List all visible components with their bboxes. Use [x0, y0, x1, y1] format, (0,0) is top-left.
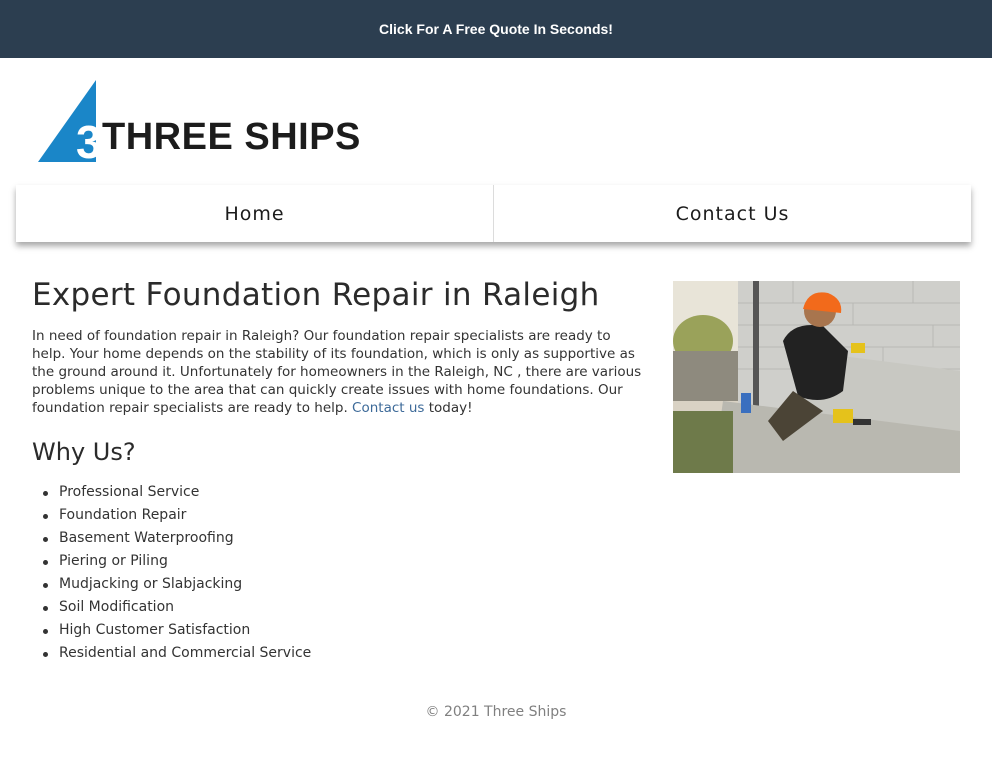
free-quote-link[interactable]: Click For A Free Quote In Seconds!: [379, 21, 613, 37]
svg-text:3: 3: [76, 116, 102, 166]
logo-wordmark: THREE SHIPS: [102, 116, 361, 158]
intro-paragraph: In need of foundation repair in Raleigh?…: [32, 327, 642, 417]
footer-copyright: © 2021 Three Ships: [425, 704, 567, 720]
list-item: Soil Modification: [43, 596, 642, 619]
list-item: Foundation Repair: [43, 504, 642, 527]
nav-item-contact-us[interactable]: Contact Us: [493, 185, 971, 242]
worker-photo: [673, 281, 960, 473]
logo[interactable]: 3 THREE SHIPS: [36, 78, 386, 166]
list-item: Basement Waterproofing: [43, 527, 642, 550]
list-item: Piering or Piling: [43, 550, 642, 573]
contact-us-link[interactable]: Contact us: [352, 400, 424, 416]
ship-sail-icon: 3: [38, 80, 102, 166]
main-nav: Home Contact Us: [16, 185, 971, 242]
list-item: Professional Service: [43, 481, 642, 504]
main-content: Expert Foundation Repair in Raleigh In n…: [32, 276, 642, 665]
intro-suffix: today!: [424, 400, 473, 416]
list-item: Residential and Commercial Service: [43, 642, 642, 665]
list-item: Mudjacking or Slabjacking: [43, 573, 642, 596]
top-banner: Click For A Free Quote In Seconds!: [0, 0, 992, 58]
intro-text: In need of foundation repair in Raleigh?…: [32, 328, 642, 416]
list-item: High Customer Satisfaction: [43, 619, 642, 642]
why-us-heading: Why Us?: [32, 438, 136, 466]
page-title: Expert Foundation Repair in Raleigh: [32, 277, 600, 313]
nav-item-home[interactable]: Home: [16, 185, 493, 242]
features-list: Professional Service Foundation Repair B…: [32, 481, 642, 665]
